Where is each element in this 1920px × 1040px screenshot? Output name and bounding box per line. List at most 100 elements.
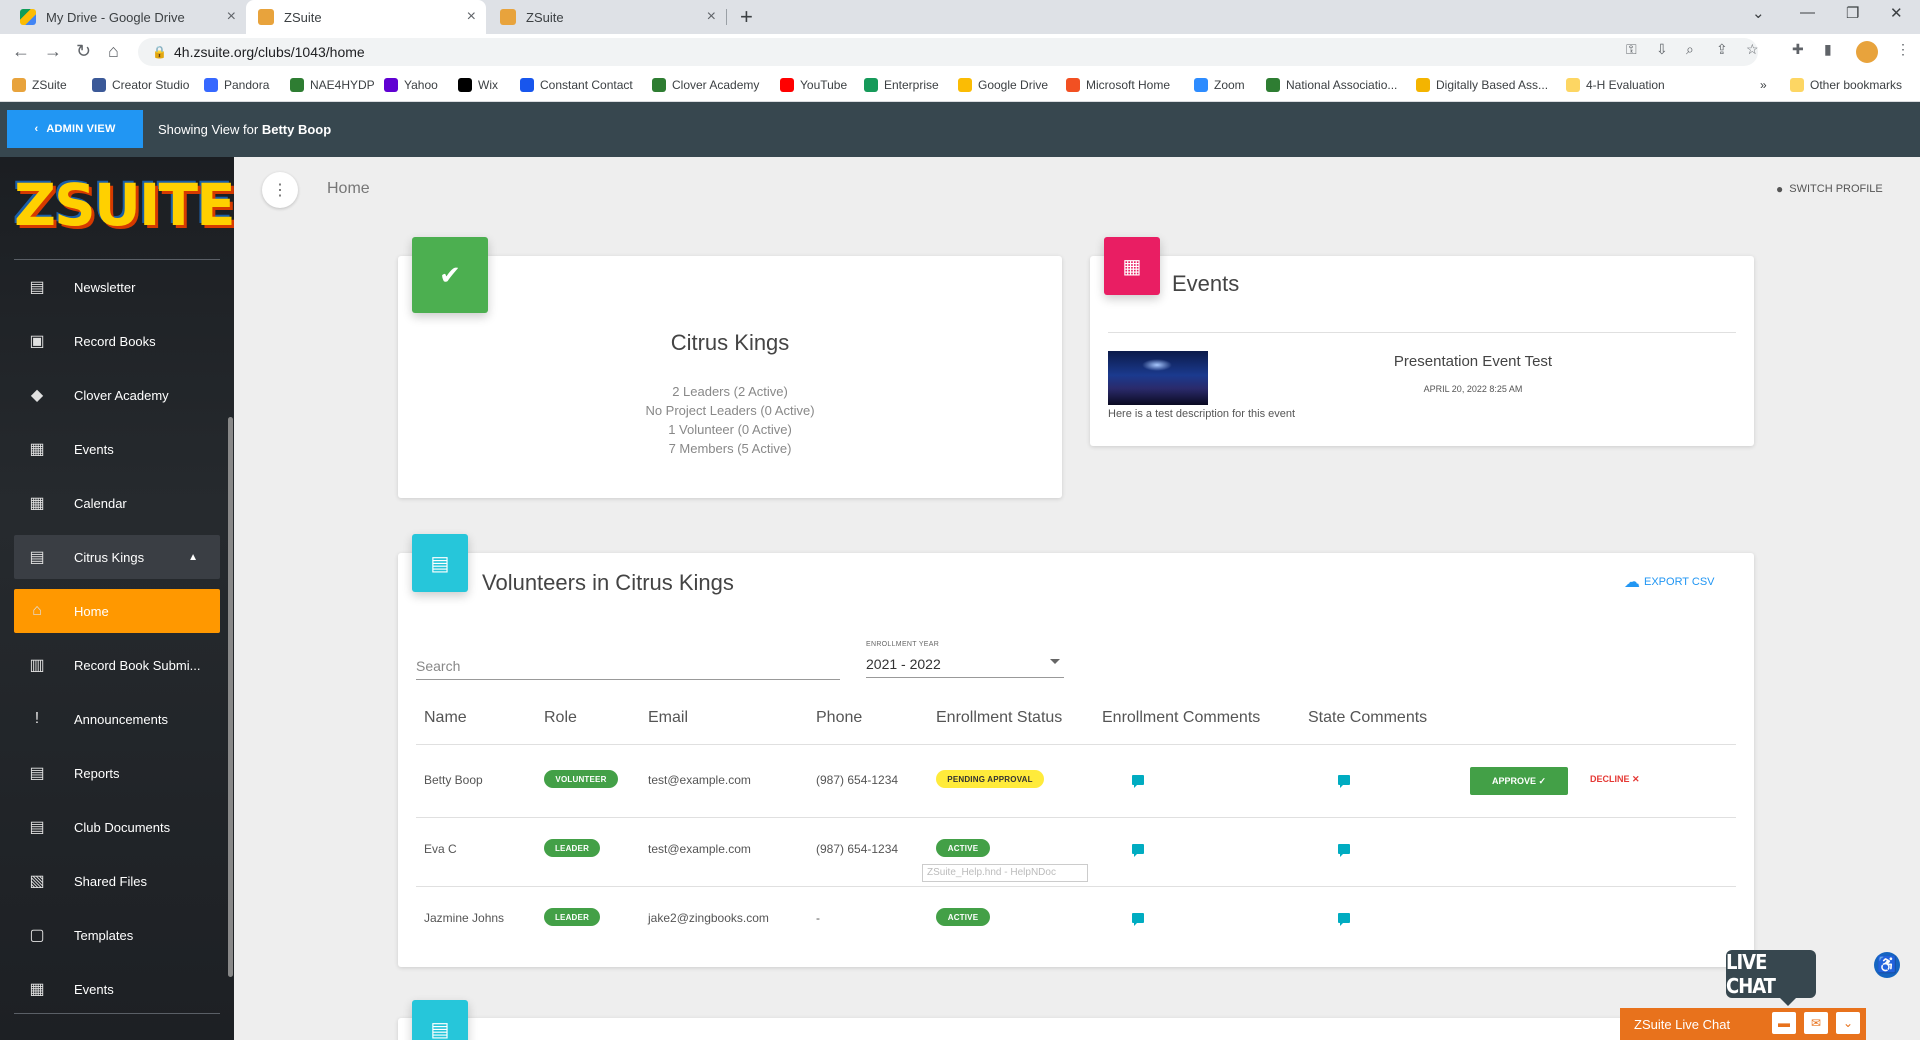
sidebar-item-citrus-kings[interactable]: ▤ Citrus Kings ▲ <box>14 535 220 579</box>
column-header[interactable]: Phone <box>816 709 862 727</box>
live-chat-bar[interactable]: ZSuite Live Chat ▬ ✉ ⌄ <box>1620 1008 1866 1040</box>
enrollment-comment-icon[interactable] <box>1132 775 1144 788</box>
back-icon[interactable]: ← <box>12 41 30 62</box>
bookmark-item[interactable]: Zoom <box>1194 78 1245 92</box>
bookmark-item[interactable]: Google Drive <box>958 78 1048 92</box>
sidepanel-icon[interactable]: ▮ <box>1824 41 1832 58</box>
sidebar-item-home[interactable]: ⌂ Home <box>14 589 220 633</box>
bookmark-item[interactable]: Yahoo <box>384 78 438 92</box>
bookmark-item[interactable]: Microsoft Home <box>1066 78 1170 92</box>
close-tab-icon[interactable]: × <box>227 8 236 26</box>
column-header[interactable]: Role <box>544 709 577 727</box>
approve-button[interactable]: APPROVE ✓ <box>1470 767 1568 795</box>
browser-tab-google-drive[interactable]: My Drive - Google Drive × <box>8 0 246 34</box>
bookmark-star-icon[interactable]: ☆ <box>1746 41 1759 58</box>
bookmark-favicon-icon <box>458 78 472 92</box>
state-comment-icon[interactable] <box>1338 913 1350 926</box>
bookmark-favicon-icon <box>864 78 878 92</box>
enrollment-comment-icon[interactable] <box>1132 844 1144 857</box>
column-header[interactable]: Name <box>424 709 467 727</box>
zoom-icon[interactable]: ⌕ <box>1686 41 1694 58</box>
admin-view-button[interactable]: ‹ ADMIN VIEW <box>7 110 143 148</box>
close-tab-icon[interactable]: × <box>707 8 716 26</box>
sidebar-item-label: Newsletter <box>74 279 136 295</box>
column-header[interactable]: Enrollment Status <box>936 709 1062 727</box>
row-divider <box>416 886 1736 887</box>
sidebar-item-calendar[interactable]: ▦ Calendar <box>14 481 220 525</box>
bookmark-item[interactable]: ZSuite <box>12 78 67 92</box>
zsuite-logo[interactable]: ZSUITE <box>14 175 234 235</box>
bookmark-item[interactable]: Wix <box>458 78 498 92</box>
column-header[interactable]: Enrollment Comments <box>1102 709 1260 727</box>
address-bar[interactable]: 🔒 4h.zsuite.org/clubs/1043/home <box>138 38 1758 66</box>
home-icon[interactable]: ⌂ <box>108 41 119 62</box>
browser-tab-zsuite-active[interactable]: ZSuite × <box>246 0 486 34</box>
enrollment-year-select[interactable]: 2021 - 2022 <box>866 652 1064 678</box>
bookmarks-overflow[interactable]: » <box>1760 78 1767 92</box>
sidebar-item-templates[interactable]: ▢ Templates <box>14 913 220 957</box>
browser-tab-zsuite[interactable]: ZSuite × <box>488 0 726 34</box>
accessibility-icon[interactable]: ♿ <box>1874 952 1900 978</box>
close-tab-icon[interactable]: × <box>467 8 476 26</box>
live-chat-bubble[interactable]: LIVE CHAT <box>1726 950 1816 1006</box>
showing-view-text: Showing View for Betty Boop <box>158 122 331 137</box>
browser-tab-bar: My Drive - Google Drive × ZSuite × ZSuit… <box>0 0 1920 34</box>
sidebar-scrollbar[interactable] <box>228 417 233 977</box>
sidebar-item-clover-academy[interactable]: ◆ Clover Academy <box>14 373 220 417</box>
column-header[interactable]: State Comments <box>1308 709 1427 727</box>
bookmark-item[interactable]: Enterprise <box>864 78 939 92</box>
bookmark-item[interactable]: Creator Studio <box>92 78 189 92</box>
export-csv-button[interactable]: ☁ EXPORT CSV <box>1624 572 1715 592</box>
column-header[interactable]: Email <box>648 709 688 727</box>
key-icon[interactable]: ⚿ <box>1626 41 1637 58</box>
bookmark-item[interactable]: Clover Academy <box>652 78 759 92</box>
sidebar-item-newsletter[interactable]: ▤ Newsletter <box>14 265 220 309</box>
bookmark-item[interactable]: Pandora <box>204 78 269 92</box>
bookmark-item[interactable]: National Associatio... <box>1266 78 1397 92</box>
bookmark-item[interactable]: YouTube <box>780 78 847 92</box>
sidebar-item-events[interactable]: ▦ Events <box>14 967 220 1011</box>
bookmark-item[interactable]: NAE4HYDP <box>290 78 375 92</box>
menu-kebab-icon[interactable]: ⋮ <box>1896 41 1910 58</box>
install-icon[interactable]: ⇩ <box>1656 41 1668 58</box>
sidebar-item-club-documents[interactable]: ▤ Club Documents <box>14 805 220 849</box>
switch-profile-button[interactable]: ● SWITCH PROFILE <box>1776 182 1883 196</box>
state-comment-icon[interactable] <box>1338 844 1350 857</box>
event-name[interactable]: Presentation Event Test <box>1310 353 1636 370</box>
chat-icon[interactable]: ▬ <box>1772 1012 1796 1034</box>
close-window-icon[interactable]: ✕ <box>1890 4 1903 22</box>
bookmark-item[interactable]: Digitally Based Ass... <box>1416 78 1548 92</box>
chevron-down-icon[interactable]: ⌄ <box>1836 1012 1860 1034</box>
state-comment-icon[interactable] <box>1338 775 1350 788</box>
sidebar-item-events[interactable]: ▦ Events <box>14 427 220 471</box>
reload-icon[interactable]: ↻ <box>76 41 91 62</box>
search-input[interactable]: Search <box>416 650 840 680</box>
other-bookmarks[interactable]: Other bookmarks <box>1790 78 1902 92</box>
more-options-button[interactable]: ⋮ <box>262 172 298 208</box>
sidebar-item-record-books[interactable]: ▣ Record Books <box>14 319 220 363</box>
sidebar-item-reports[interactable]: ▤ Reports <box>14 751 220 795</box>
sidebar-item-shared-files[interactable]: ▧ Shared Files <box>14 859 220 903</box>
row-name: Eva C <box>424 842 457 856</box>
bookmark-favicon-icon <box>958 78 972 92</box>
new-tab-icon[interactable]: + <box>740 4 753 30</box>
bookmark-label: ZSuite <box>32 78 67 92</box>
decline-button[interactable]: DECLINE ✕ <box>1590 774 1640 785</box>
bookmark-label: Clover Academy <box>672 78 760 92</box>
bookmark-item[interactable]: Constant Contact <box>520 78 633 92</box>
share-icon[interactable]: ⇪ <box>1716 41 1728 58</box>
extensions-icon[interactable]: ✚ <box>1792 41 1804 58</box>
bookmark-item[interactable]: 4-H Evaluation <box>1566 78 1665 92</box>
mail-icon[interactable]: ✉ <box>1804 1012 1828 1034</box>
tab-search-icon[interactable]: ⌄ <box>1752 4 1765 22</box>
profile-avatar[interactable] <box>1856 41 1878 63</box>
forward-icon[interactable]: → <box>44 41 62 62</box>
restore-icon[interactable]: ❐ <box>1846 4 1859 22</box>
caret-up-icon: ▲ <box>188 551 198 563</box>
event-thumbnail[interactable] <box>1108 351 1208 405</box>
minimize-icon[interactable]: — <box>1800 4 1815 21</box>
enrollment-comment-icon[interactable] <box>1132 913 1144 926</box>
announcement-icon: ! <box>34 710 40 727</box>
sidebar-item-record-book-submi[interactable]: ▥ Record Book Submi... <box>14 643 220 687</box>
sidebar-item-announcements[interactable]: ! Announcements <box>14 697 220 741</box>
